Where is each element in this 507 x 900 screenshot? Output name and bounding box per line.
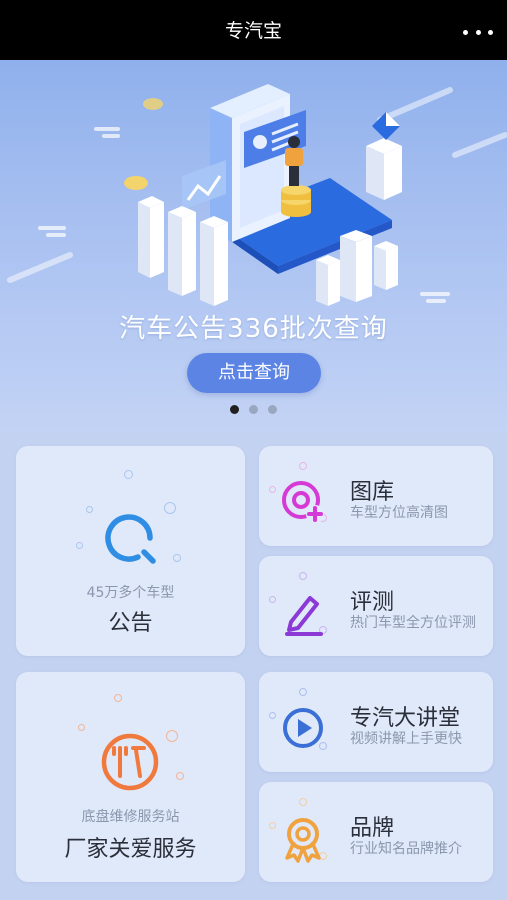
search-icon [105, 514, 156, 564]
carousel-dot-1[interactable] [230, 405, 239, 414]
query-button[interactable]: 点击查询 [187, 353, 321, 393]
tools-icon [101, 733, 159, 791]
brand-desc: 行业知名品牌推介 [350, 841, 462, 857]
lecture-desc: 视频讲解上手更快 [350, 731, 462, 747]
lecture-title: 专汽大讲堂 [350, 706, 461, 731]
carousel-dot-3[interactable] [268, 405, 277, 414]
review-card[interactable]: 评测 热门车型全方位评测 [259, 556, 493, 656]
gallery-desc: 车型方位高清图 [350, 505, 448, 521]
brand-card[interactable]: 品牌 行业知名品牌推介 [259, 782, 493, 882]
more-dots-icon[interactable] [463, 20, 493, 44]
announcement-subtitle: 45万多个车型 [86, 585, 175, 601]
gallery-title: 图库 [350, 480, 395, 505]
carousel-indicator[interactable] [0, 405, 507, 414]
service-card[interactable]: 底盘维修服务站 厂家关爱服务 [16, 672, 245, 882]
service-title: 厂家关爱服务 [64, 837, 197, 862]
announcement-title: 公告 [108, 611, 153, 636]
review-desc: 热门车型全方位评测 [350, 615, 476, 631]
award-ribbon-icon [285, 818, 321, 863]
gallery-card[interactable]: 图库 车型方位高清图 [259, 446, 493, 546]
promo-banner[interactable]: 汽车公告336批次查询 点击查询 [0, 60, 507, 432]
banner-headline: 汽车公告336批次查询 [119, 314, 388, 344]
add-image-icon [282, 481, 324, 523]
announcement-card[interactable]: 45万多个车型 公告 [16, 446, 245, 656]
carousel-dot-2[interactable] [249, 405, 258, 414]
app-title: 专汽宝 [224, 20, 282, 42]
review-title: 评测 [350, 590, 395, 615]
lecture-card[interactable]: 专汽大讲堂 视频讲解上手更快 [259, 672, 493, 772]
edit-pen-icon [285, 596, 323, 636]
top-bar: 专汽宝 [0, 0, 507, 60]
brand-title: 品牌 [350, 816, 395, 841]
play-icon [283, 708, 323, 748]
service-subtitle: 底盘维修服务站 [81, 809, 180, 825]
